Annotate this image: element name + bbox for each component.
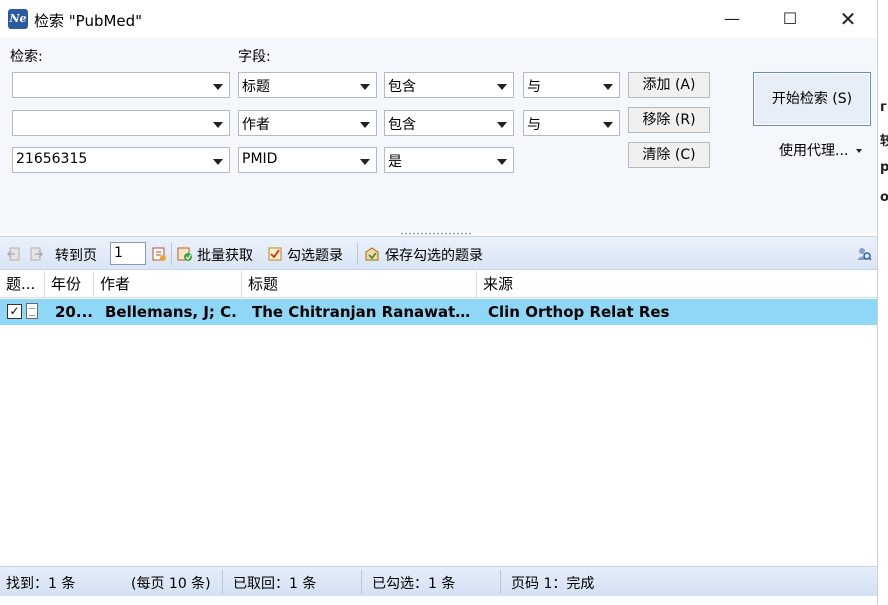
- splitter-handle[interactable]: [400, 232, 472, 235]
- chevron-down-icon: [497, 122, 507, 128]
- search-term-3-combo[interactable]: 21656315: [12, 147, 230, 173]
- logic-1-select[interactable]: 与: [523, 72, 620, 98]
- operator-2-select[interactable]: 包含: [384, 110, 514, 136]
- app-logo-icon: Ne: [8, 9, 28, 29]
- prev-page-icon[interactable]: [6, 246, 22, 262]
- search-term-1-combo[interactable]: [12, 72, 230, 98]
- chevron-down-icon: [213, 122, 223, 128]
- cell-title: The Chitranjan Ranawat a...: [252, 303, 474, 321]
- add-button[interactable]: 添加 (A): [628, 72, 710, 98]
- cell-author: Bellemans, J; C.: [105, 303, 237, 321]
- proxy-dropdown[interactable]: 使用代理...: [779, 140, 863, 160]
- chevron-down-icon: [603, 84, 613, 90]
- page-number-input[interactable]: 1: [110, 242, 146, 265]
- chevron-down-icon: [856, 149, 863, 153]
- status-separator: [500, 570, 501, 594]
- column-header-source[interactable]: 来源: [477, 271, 877, 298]
- column-header-author[interactable]: 作者: [94, 271, 242, 298]
- remove-button[interactable]: 移除 (R): [628, 107, 710, 133]
- column-header-type[interactable]: 题...: [0, 271, 45, 298]
- chevron-down-icon: [213, 159, 223, 165]
- save-checked-icon[interactable]: [364, 246, 380, 262]
- check-records-icon[interactable]: [267, 246, 283, 262]
- go-page-icon[interactable]: [151, 246, 167, 262]
- chevron-down-icon: [497, 159, 507, 165]
- operator-3-select[interactable]: 是: [384, 147, 514, 173]
- field-label: 字段:: [238, 49, 271, 65]
- close-button[interactable]: ✕: [819, 0, 877, 38]
- user-search-icon[interactable]: [856, 246, 872, 262]
- save-checked-button[interactable]: 保存勾选的题录: [385, 245, 483, 265]
- toolbar-separator: [357, 243, 358, 265]
- results-grid: 题... 年份 作者 标题 来源 ✓ 20... Bellemans, J; C…: [0, 271, 877, 566]
- table-row[interactable]: ✓ 20... Bellemans, J; C. The Chitranjan …: [0, 299, 877, 325]
- cell-year: 20...: [55, 303, 93, 321]
- status-separator: [222, 570, 223, 594]
- toolbar-separator: [171, 243, 172, 265]
- results-toolbar: 转到页 1 批量获取 勾选题录 保存勾选的题录: [0, 236, 877, 270]
- maximize-button[interactable]: ☐: [761, 0, 819, 38]
- chevron-down-icon: [213, 84, 223, 90]
- status-page: 页码 1：完成: [511, 576, 595, 592]
- cell-source: Clin Orthop Relat Res: [488, 303, 670, 321]
- batch-fetch-icon[interactable]: [177, 246, 193, 262]
- document-icon: [26, 303, 38, 319]
- field-1-select[interactable]: 标题: [238, 72, 377, 98]
- status-separator: [361, 570, 362, 594]
- status-bar: 找到：1 条 (每页 10 条) 已取回：1 条 已勾选：1 条 页码 1：完成: [0, 566, 877, 596]
- batch-fetch-button[interactable]: 批量获取: [197, 245, 253, 265]
- status-checked: 已勾选：1 条: [372, 576, 456, 592]
- field-3-select[interactable]: PMID: [238, 147, 377, 173]
- search-panel: 检索: 字段: 标题 包含 与 添加 (A) 作者 包含 与 移除 (R) 21…: [0, 38, 877, 233]
- window-title: 检索 "PubMed": [34, 12, 143, 30]
- operator-1-select[interactable]: 包含: [384, 72, 514, 98]
- logic-2-select[interactable]: 与: [523, 110, 620, 136]
- minimize-button[interactable]: —: [703, 0, 761, 38]
- next-page-icon[interactable]: [28, 246, 44, 262]
- chevron-down-icon: [603, 122, 613, 128]
- search-term-2-combo[interactable]: [12, 110, 230, 136]
- column-header-year[interactable]: 年份: [45, 271, 94, 298]
- column-header-title[interactable]: 标题: [242, 271, 477, 298]
- grid-header: 题... 年份 作者 标题 来源: [0, 271, 877, 298]
- title-bar: Ne 检索 "PubMed" — ☐ ✕: [0, 0, 877, 38]
- start-search-button[interactable]: 开始检索 (S): [753, 72, 871, 126]
- chevron-down-icon: [360, 159, 370, 165]
- field-2-select[interactable]: 作者: [238, 110, 377, 136]
- status-found: 找到：1 条: [6, 576, 76, 592]
- status-per-page: (每页 10 条): [131, 576, 211, 592]
- search-label: 检索:: [10, 49, 43, 65]
- goto-page-label: 转到页: [55, 248, 97, 264]
- background-window-edge: г 较 p o: [877, 0, 888, 605]
- row-checkbox[interactable]: ✓: [7, 304, 22, 319]
- chevron-down-icon: [360, 122, 370, 128]
- clear-button[interactable]: 清除 (C): [628, 142, 710, 168]
- chevron-down-icon: [497, 84, 507, 90]
- status-retrieved: 已取回：1 条: [233, 576, 317, 592]
- check-records-button[interactable]: 勾选题录: [287, 245, 343, 265]
- chevron-down-icon: [360, 84, 370, 90]
